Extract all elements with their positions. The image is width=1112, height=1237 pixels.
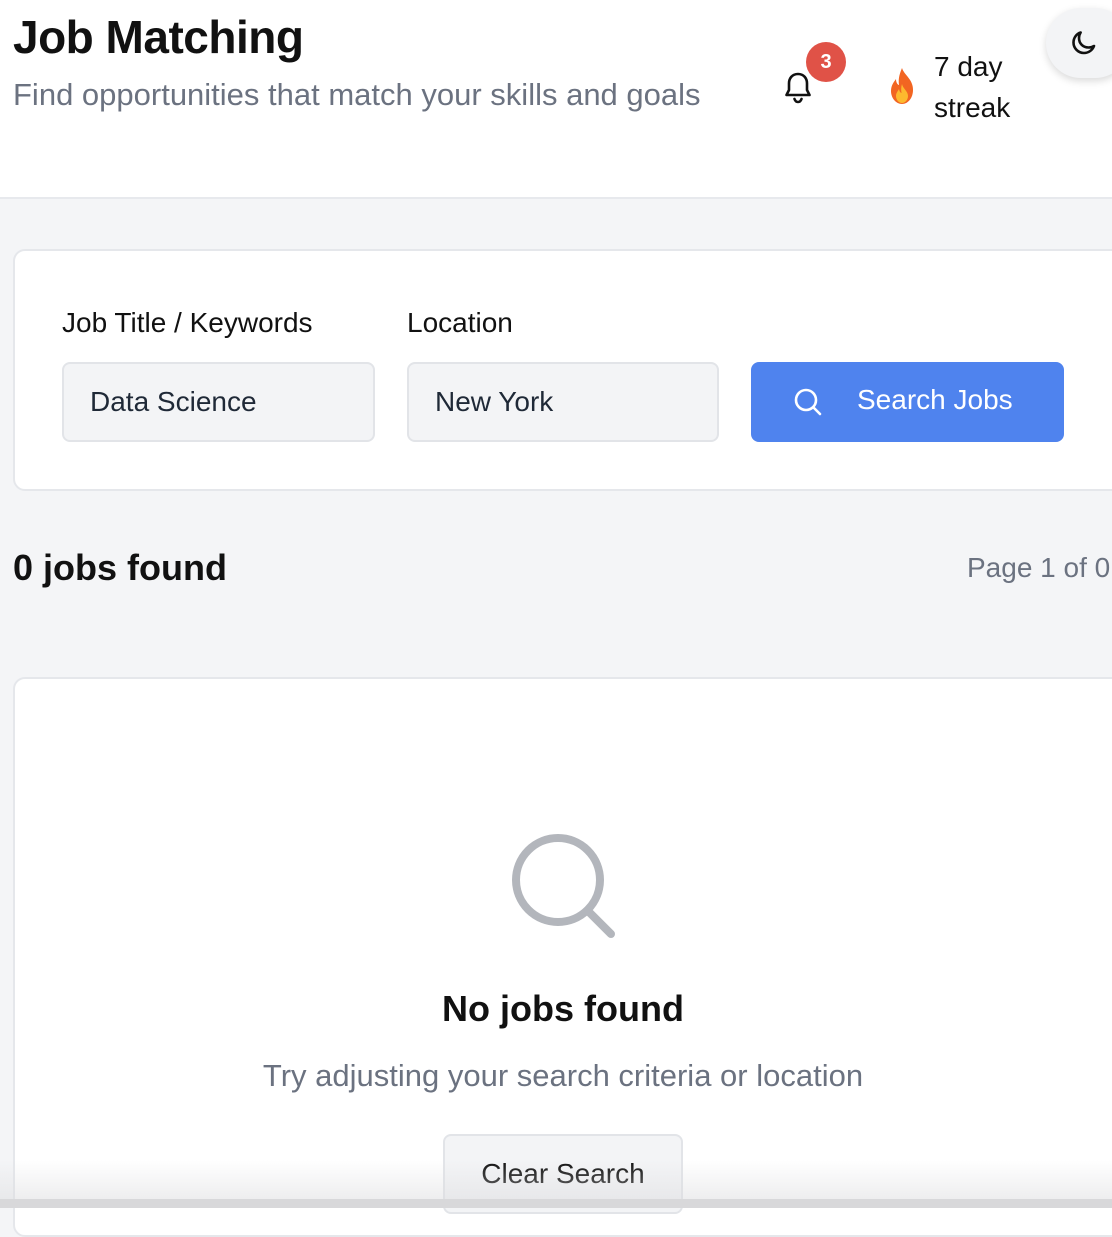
keywords-label: Job Title / Keywords [62,307,313,338]
keywords-input[interactable]: Data Science [62,362,375,442]
empty-state-title: No jobs found [442,988,684,1029]
app-header: Job Matching Find opportunities that mat… [0,0,1112,199]
streak-label: 7 day streak [934,51,1011,123]
search-icon [794,388,822,416]
page-title: Job Matching [13,11,304,63]
location-label: Location [407,307,513,338]
moon-icon [1072,31,1096,55]
notification-badge: 3 [806,42,846,82]
bell-icon[interactable] [782,70,814,104]
page-indicator: Page 1 of 0 [967,552,1111,583]
search-icon [512,834,615,938]
theme-toggle-button[interactable] [1046,8,1112,78]
results-count: 0 jobs found [13,547,227,588]
page-subtitle: Find opportunities that match your skill… [13,77,701,112]
empty-state-hint: Try adjusting your search criteria or lo… [262,1058,864,1093]
search-jobs-button[interactable]: Search Jobs [751,362,1064,442]
search-jobs-label: Search Jobs [857,384,1013,415]
flame-icon [885,66,919,106]
horizontal-scrollbar[interactable] [0,1199,1112,1208]
location-input[interactable]: New York [407,362,719,442]
